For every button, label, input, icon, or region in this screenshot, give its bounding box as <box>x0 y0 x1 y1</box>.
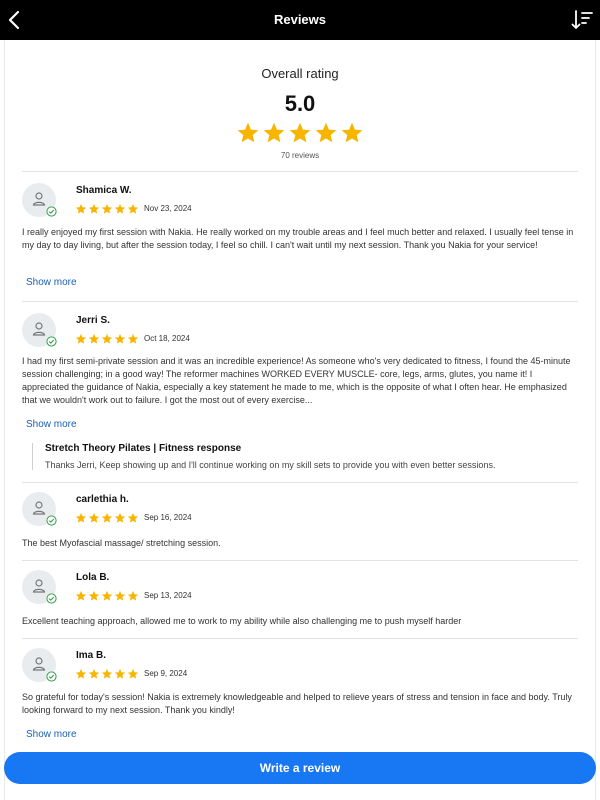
review-date: Sep 13, 2024 <box>144 591 192 600</box>
divider <box>22 638 578 639</box>
star-icon <box>127 203 139 214</box>
verified-check-icon <box>46 336 57 347</box>
user-icon <box>32 579 46 593</box>
review-text: I had my first semi-private session and … <box>22 356 571 405</box>
user-icon <box>32 322 46 336</box>
divider <box>22 560 578 561</box>
rating-stars <box>75 333 139 345</box>
star-icon <box>127 512 139 523</box>
review-item: Jerri S. Oct 18, 2024 I had my first sem… <box>22 313 578 473</box>
star-icon <box>315 122 337 143</box>
star-icon <box>114 333 126 344</box>
reviewer-name: Shamica W. <box>76 185 132 196</box>
response-text: Thanks Jerri, Keep showing up and I'll c… <box>45 460 496 470</box>
star-icon <box>114 668 126 679</box>
review-item: carlethia h. Sep 16, 2024 The best Myofa… <box>22 492 578 552</box>
rating-stars <box>75 590 139 602</box>
reviewer-name: Jerri S. <box>76 315 110 326</box>
review-item: Shamica W. Nov 23, 2024 I really enjoyed… <box>22 183 578 293</box>
star-icon <box>101 590 113 601</box>
star-icon <box>88 203 100 214</box>
avatar <box>22 313 57 347</box>
overall-score: 5.0 <box>284 91 316 116</box>
rating-stars <box>75 512 139 524</box>
star-icon <box>341 122 363 143</box>
star-icon <box>75 512 87 523</box>
star-icon <box>127 590 139 601</box>
star-icon <box>75 203 87 214</box>
review-text: So grateful for today's session! Nakia i… <box>22 692 572 715</box>
star-icon <box>101 333 113 344</box>
review-count: 70 reviews <box>280 151 320 160</box>
verified-check-icon <box>46 206 57 217</box>
avatar <box>22 183 57 217</box>
star-icon <box>88 333 100 344</box>
review-date: Sep 16, 2024 <box>144 513 192 522</box>
page-title: Reviews <box>273 12 327 27</box>
verified-check-icon <box>46 515 57 526</box>
star-icon <box>88 590 100 601</box>
reviewer-name: carlethia h. <box>76 494 129 505</box>
star-icon <box>237 122 259 143</box>
star-icon <box>101 203 113 214</box>
review-text: The best Myofascial massage/ stretching … <box>22 538 221 548</box>
review-item: Lola B. Sep 13, 2024 Excellent teaching … <box>22 570 578 630</box>
verified-check-icon <box>46 593 57 604</box>
divider <box>22 301 578 302</box>
review-date: Oct 18, 2024 <box>144 334 190 343</box>
star-icon <box>88 512 100 523</box>
show-more-link[interactable]: Show more <box>26 419 77 430</box>
user-icon <box>32 657 46 671</box>
avatar <box>22 648 57 682</box>
rating-stars <box>75 668 139 680</box>
sort-descending-icon[interactable] <box>570 8 594 32</box>
business-response: Stretch Theory Pilates | Fitness respons… <box>32 443 578 470</box>
response-title: Stretch Theory Pilates | Fitness respons… <box>45 443 242 454</box>
user-icon <box>32 192 46 206</box>
star-icon <box>114 203 126 214</box>
star-icon <box>127 668 139 679</box>
divider <box>22 482 578 483</box>
star-icon <box>289 122 311 143</box>
review-text: Excellent teaching approach, allowed me … <box>22 616 462 626</box>
rating-stars <box>75 203 139 215</box>
star-icon <box>75 668 87 679</box>
top-bar: Reviews <box>0 0 600 40</box>
overall-rating-label: Overall rating <box>261 66 339 81</box>
overall-rating: Overall rating 5.0 70 reviews <box>0 66 600 160</box>
review-date: Sep 9, 2024 <box>144 669 188 678</box>
overall-stars <box>0 121 600 149</box>
reviewer-name: Lola B. <box>76 572 110 583</box>
show-more-link[interactable]: Show more <box>26 729 77 740</box>
star-icon <box>75 590 87 601</box>
star-icon <box>263 122 285 143</box>
avatar <box>22 570 57 604</box>
review-item: Ima B. Sep 9, 2024 So grateful for today… <box>22 648 578 748</box>
star-icon <box>88 668 100 679</box>
show-more-link[interactable]: Show more <box>26 277 77 288</box>
star-icon <box>114 590 126 601</box>
verified-check-icon <box>46 671 57 682</box>
star-icon <box>101 668 113 679</box>
star-icon <box>127 333 139 344</box>
avatar <box>22 492 57 526</box>
divider <box>22 171 578 172</box>
star-icon <box>114 512 126 523</box>
user-icon <box>32 501 46 515</box>
review-date: Nov 23, 2024 <box>144 204 192 213</box>
star-icon <box>75 333 87 344</box>
star-icon <box>101 512 113 523</box>
review-text: I really enjoyed my first session with N… <box>22 227 574 250</box>
write-review-button[interactable]: Write a review <box>4 752 596 784</box>
reviewer-name: Ima B. <box>76 650 107 661</box>
